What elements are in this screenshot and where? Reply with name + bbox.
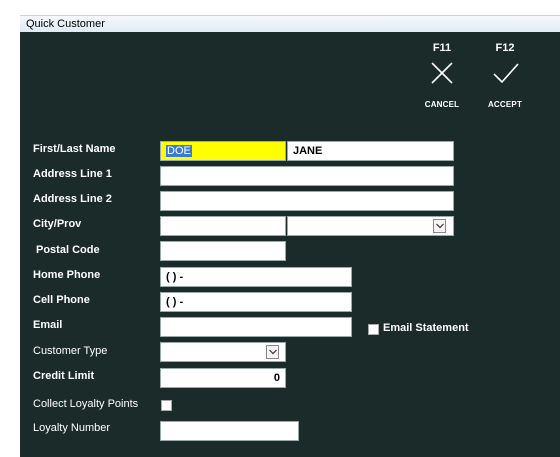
email-input[interactable] [160,317,352,337]
home-phone-label: Home Phone [33,269,101,281]
cell-phone-input[interactable]: ( ) - [160,292,352,312]
collect-loyalty-points-checkbox[interactable] [161,400,172,411]
cell-phone-label: Cell Phone [33,294,90,306]
address-line-2-input[interactable] [160,191,454,211]
province-dropdown-button[interactable] [433,219,446,233]
customer-type-dropdown-button[interactable] [266,345,279,359]
check-icon [493,63,519,84]
home-phone-input[interactable]: ( ) - [160,267,352,287]
city-input[interactable] [160,216,286,236]
cancel-button[interactable]: F11 CANCEL [412,32,472,109]
email-label: Email [33,319,63,331]
accept-button[interactable]: F12 ACCEPT [475,32,535,109]
credit-limit-input[interactable]: 0 [160,368,286,388]
close-icon [431,62,453,84]
cell-phone-value: ( ) - [166,296,184,308]
title-strip: Quick Customer [20,15,560,33]
last-name-value: DOE [166,145,192,157]
credit-limit-label: Credit Limit [33,370,95,382]
cancel-shortcut-key: F11 [432,42,452,54]
email-statement-label: Email Statement [383,322,469,334]
accept-shortcut-key: F12 [495,42,515,54]
city-prov-label: City/Prov [33,218,82,230]
address-line-2-label: Address Line 2 [33,193,112,205]
customer-type-label: Customer Type [33,345,108,357]
first-name-value: JANE [293,145,323,157]
quick-customer-window: Quick Customer F11 CANCEL F12 ACCEPT Fir… [0,0,560,457]
province-select[interactable] [287,216,454,236]
accept-label: ACCEPT [487,100,523,109]
postal-code-label: Postal Code [36,244,100,256]
collect-loyalty-points-label: Collect Loyalty Points [33,398,139,410]
address-line-1-label: Address Line 1 [33,168,112,180]
postal-code-input[interactable] [160,241,286,261]
chevron-down-icon [269,349,277,355]
loyalty-number-input[interactable] [160,421,299,441]
credit-limit-value: 0 [273,372,280,384]
first-name-input[interactable]: JANE [287,141,454,161]
address-line-1-input[interactable] [160,166,454,186]
first-last-name-label: First/Last Name [33,143,116,155]
email-statement-checkbox[interactable] [368,324,379,335]
loyalty-number-label: Loyalty Number [33,422,111,434]
window-title: Quick Customer [26,18,105,30]
chevron-down-icon [436,223,444,229]
form-panel: F11 CANCEL F12 ACCEPT First/Last Name DO… [20,32,560,457]
last-name-input[interactable]: DOE [160,141,286,161]
cancel-label: CANCEL [424,100,460,109]
home-phone-value: ( ) - [166,271,184,283]
title-bar: Quick Customer [0,0,560,33]
